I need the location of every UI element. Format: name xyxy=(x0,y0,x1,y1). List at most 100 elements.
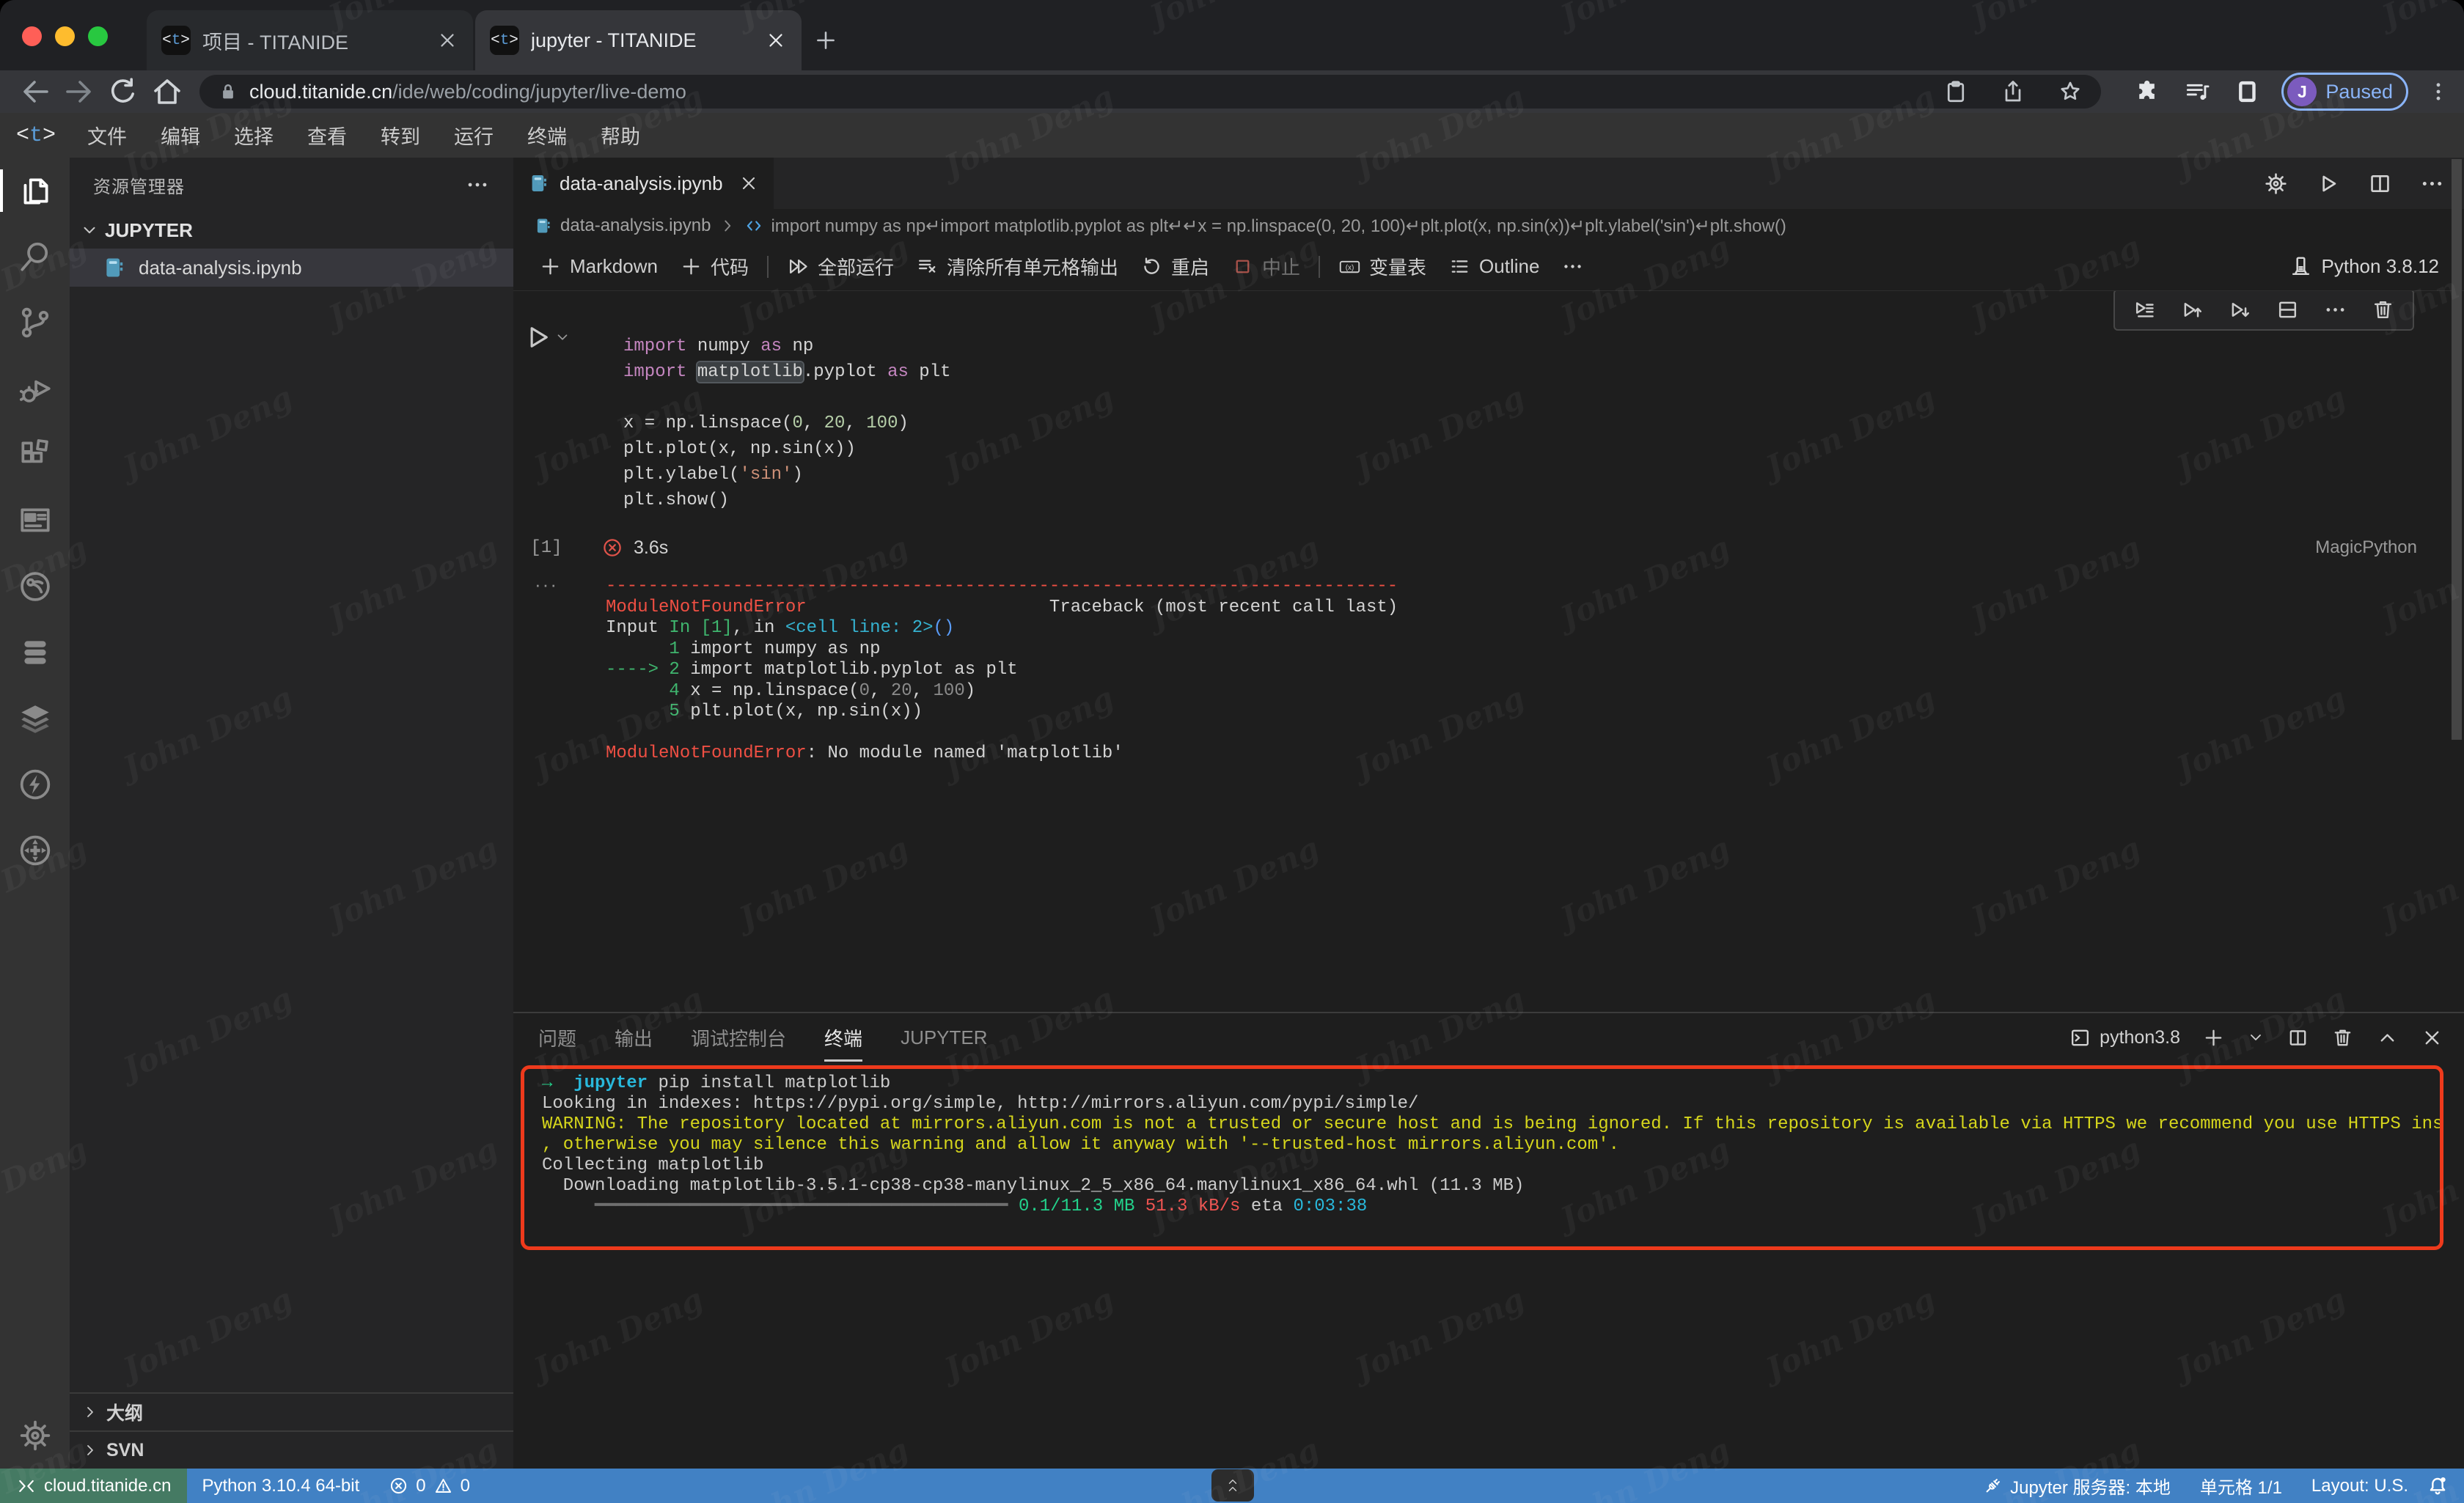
playlist-extension-icon[interactable] xyxy=(2183,78,2211,106)
forward-icon[interactable] xyxy=(62,74,97,109)
kill-terminal-icon[interactable] xyxy=(2331,1026,2354,1049)
terminal-process-picker[interactable]: python3.8 xyxy=(2069,1026,2180,1049)
run-by-line-icon[interactable] xyxy=(2133,298,2157,322)
close-icon[interactable] xyxy=(738,173,759,194)
breadcrumb[interactable]: data-analysis.ipynb import numpy as np↵i… xyxy=(513,209,2464,243)
cell-code-editor[interactable]: import numpy as npimport matplotlib.pypl… xyxy=(579,316,2435,528)
run-all-button[interactable]: 全部运行 xyxy=(776,243,905,290)
sidebar-item-notebook-file[interactable]: data-analysis.ipynb xyxy=(70,249,513,287)
browser-tab-0[interactable]: <t>项目 - TITANIDE xyxy=(147,10,473,70)
split-cell-icon[interactable] xyxy=(2276,298,2300,322)
editor-tab-notebook[interactable]: data-analysis.ipynb xyxy=(513,158,774,209)
jupyter-server-indicator[interactable]: Jupyter 服务器: 本地 xyxy=(1968,1469,2185,1503)
close-icon[interactable] xyxy=(765,29,787,51)
expand-panel-button[interactable] xyxy=(1211,1469,1254,1502)
macos-window-controls[interactable] xyxy=(22,26,108,46)
activity-item-layers[interactable] xyxy=(0,686,70,752)
sidebar-section-SVN[interactable]: SVN xyxy=(70,1430,513,1469)
panel-tab-3[interactable]: 终端 xyxy=(824,1013,862,1062)
close-icon[interactable] xyxy=(436,29,458,51)
clipboard-icon[interactable] xyxy=(1943,78,1969,105)
cell-position-indicator[interactable]: 单元格 1/1 xyxy=(2185,1469,2297,1503)
problems-indicator[interactable]: 0 0 xyxy=(374,1469,485,1503)
panel-tab-2[interactable]: 调试控制台 xyxy=(691,1013,786,1062)
extensions-puzzle-icon[interactable] xyxy=(2133,78,2161,106)
activity-item-extensions[interactable] xyxy=(0,422,70,488)
python-interpreter[interactable]: Python 3.10.4 64-bit xyxy=(187,1469,374,1503)
new-terminal-icon[interactable] xyxy=(2202,1026,2225,1049)
back-icon[interactable] xyxy=(18,74,53,109)
kernel-picker[interactable]: Python 3.8.12 xyxy=(2289,254,2449,279)
outline-button[interactable]: Outline xyxy=(1437,243,1550,290)
delete-cell-icon[interactable] xyxy=(2371,298,2395,322)
markdown-button[interactable]: Markdown xyxy=(528,243,669,290)
sidebar-section-大纲[interactable]: 大纲 xyxy=(70,1392,513,1430)
panel-tab-4[interactable]: JUPYTER xyxy=(901,1013,987,1062)
chevron-down-icon[interactable] xyxy=(554,329,571,345)
menu-item-1[interactable]: 编辑 xyxy=(144,113,217,158)
maximize-panel-icon[interactable] xyxy=(2376,1026,2399,1049)
activity-item-search[interactable] xyxy=(0,224,70,290)
interrupt-button[interactable]: 中止 xyxy=(1220,243,1311,290)
close-panel-icon[interactable] xyxy=(2421,1026,2443,1049)
bookmark-star-icon[interactable] xyxy=(2057,78,2083,105)
menu-item-0[interactable]: 文件 xyxy=(70,113,144,158)
menu-item-4[interactable]: 转到 xyxy=(364,113,437,158)
new-tab-button[interactable] xyxy=(804,10,848,70)
activity-item-settings[interactable] xyxy=(0,1403,70,1469)
minimize-window-button[interactable] xyxy=(55,26,75,46)
code-button[interactable]: 代码 xyxy=(669,243,760,290)
menu-item-2[interactable]: 选择 xyxy=(217,113,290,158)
language-mode-label[interactable]: MagicPython xyxy=(2315,537,2417,558)
layout-indicator[interactable]: Layout: U.S. xyxy=(2297,1469,2423,1503)
split-terminal-icon[interactable] xyxy=(2287,1026,2309,1049)
activity-item-share-graph[interactable] xyxy=(0,554,70,620)
address-bar[interactable]: cloud.titanide.cn/ide/web/coding/jupyter… xyxy=(199,75,2101,109)
lock-icon[interactable] xyxy=(217,81,239,103)
profile-chip[interactable]: J Paused xyxy=(2281,73,2408,111)
menu-item-6[interactable]: 终端 xyxy=(510,113,584,158)
activity-item-notebook-panel[interactable] xyxy=(0,488,70,554)
activity-item-routes[interactable] xyxy=(0,817,70,883)
home-icon[interactable] xyxy=(150,74,185,109)
more-actions-icon[interactable] xyxy=(2419,171,2445,196)
menu-item-7[interactable]: 帮助 xyxy=(584,113,657,158)
output-collapse-indicator[interactable]: ··· xyxy=(513,576,579,765)
editor-scrollbar[interactable] xyxy=(2452,159,2462,740)
activity-item-source-control[interactable] xyxy=(0,290,70,356)
browser-tab-1[interactable]: <t>jupyter - TITANIDE xyxy=(475,10,802,70)
run-cell-icon[interactable] xyxy=(522,322,553,353)
more-actions-icon[interactable] xyxy=(2323,298,2347,322)
menu-item-3[interactable]: 查看 xyxy=(290,113,364,158)
variables-button[interactable]: (x)变量表 xyxy=(1327,243,1437,290)
sidebar-more-icon[interactable] xyxy=(465,172,490,197)
run-below-icon[interactable] xyxy=(2228,298,2252,322)
notifications-bell-icon[interactable] xyxy=(2426,1474,2449,1498)
activity-item-explorer[interactable] xyxy=(0,158,70,224)
restart-kernel-button[interactable]: 重启 xyxy=(1129,243,1220,290)
url-text[interactable]: cloud.titanide.cn/ide/web/coding/jupyter… xyxy=(249,81,686,103)
reload-icon[interactable] xyxy=(106,74,141,109)
browser-menu-icon[interactable] xyxy=(2426,78,2451,106)
remote-indicator[interactable]: cloud.titanide.cn xyxy=(0,1469,187,1503)
zoom-window-button[interactable] xyxy=(88,26,108,46)
sidebar-section-jupyter[interactable]: JUPYTER xyxy=(70,212,513,249)
menu-item-5[interactable]: 运行 xyxy=(437,113,510,158)
panel-tab-1[interactable]: 输出 xyxy=(615,1013,653,1062)
activity-item-power[interactable] xyxy=(0,752,70,817)
sidebar-extension-icon[interactable] xyxy=(2233,78,2261,106)
gear-icon[interactable] xyxy=(2263,171,2289,196)
chevron-down-icon[interactable] xyxy=(2247,1029,2265,1046)
more-actions-button[interactable] xyxy=(1550,243,1595,290)
terminal-focus-box[interactable]: → jupyter pip install matplotlibLooking … xyxy=(521,1065,2443,1250)
activity-item-database[interactable] xyxy=(0,620,70,686)
activity-item-run-debug[interactable] xyxy=(0,356,70,422)
terminal-view[interactable]: → jupyter pip install matplotlibLooking … xyxy=(513,1062,2464,1469)
panel-tab-0[interactable]: 问题 xyxy=(538,1013,576,1062)
share-icon[interactable] xyxy=(2000,78,2026,105)
clear-outputs-button[interactable]: 清除所有单元格输出 xyxy=(905,243,1129,290)
split-editor-icon[interactable] xyxy=(2367,171,2393,196)
run-icon[interactable] xyxy=(2315,171,2341,196)
run-above-icon[interactable] xyxy=(2180,298,2204,322)
close-window-button[interactable] xyxy=(22,26,42,46)
